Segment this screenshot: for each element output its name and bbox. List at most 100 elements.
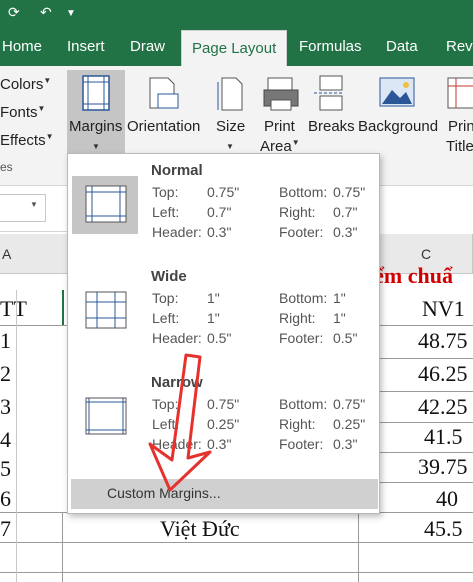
label-bottom: Bottom: (279, 290, 328, 306)
narrow-thumb (72, 388, 138, 446)
label-right: Right: (279, 416, 316, 432)
grid-line (0, 542, 473, 543)
cell-value: 46.25 (418, 361, 468, 386)
column-header-a[interactable]: A (0, 234, 70, 274)
label-left: Left: (152, 416, 180, 432)
tab-insert[interactable]: Insert (67, 28, 105, 66)
row-number: 7 (0, 516, 11, 541)
orientation-icon (149, 77, 179, 109)
orientation-button[interactable]: Orientation (127, 118, 200, 135)
background-icon (379, 77, 415, 107)
size-button[interactable]: Size (216, 118, 245, 135)
row-number: 3 (0, 394, 11, 419)
value-left: 0.7" (207, 204, 232, 220)
chevron-down-icon: ▼ (92, 142, 100, 151)
value-right: 0.7" (333, 204, 358, 220)
grid-line (380, 422, 473, 423)
colors-button[interactable]: Colors ▼ (0, 76, 51, 93)
name-box[interactable] (0, 194, 46, 222)
row-number: 6 (0, 486, 11, 511)
cell-value: NV1 (422, 296, 465, 321)
label-bottom: Bottom: (279, 396, 328, 412)
cell-school: Việt Đức (160, 516, 240, 541)
value-bottom: 0.75" (333, 184, 366, 200)
title-bar: ⟳ ↶ ▼ (0, 0, 473, 28)
grid-line (380, 391, 473, 392)
breaks-button[interactable]: Breaks (308, 118, 355, 135)
value-top: 0.75" (207, 396, 240, 412)
label-footer: Footer: (279, 436, 324, 452)
active-cell-border (62, 290, 64, 325)
chevron-down-icon: ▼ (43, 76, 52, 85)
chevron-down-icon: ▼ (226, 142, 234, 151)
value-right: 1" (333, 310, 346, 326)
value-top: 0.75" (207, 184, 240, 200)
wide-thumb (72, 282, 138, 340)
label-top: Top: (152, 184, 179, 200)
value-header: 0.3" (207, 436, 232, 452)
margin-option-narrow[interactable]: Narrow Top: 0.75" Bottom: 0.75" Left: 0.… (68, 366, 381, 474)
value-footer: 0.3" (333, 436, 358, 452)
row-number: 5 (0, 456, 11, 481)
cell-value: 42.25 (418, 394, 468, 419)
margin-option-normal[interactable]: Normal Top: 0.75" Bottom: 0.75" Left: 0.… (68, 154, 381, 262)
label-left: Left: (152, 204, 180, 220)
value-top: 1" (207, 290, 220, 306)
custom-margins-item[interactable]: Custom Margins... (71, 479, 378, 509)
grid-line (16, 290, 17, 582)
print-area-button[interactable]: Print (264, 118, 295, 135)
tab-formulas[interactable]: Formulas (299, 28, 362, 66)
label-right: Right: (279, 310, 316, 326)
grid-line (380, 358, 473, 359)
print-titles-icon (447, 77, 473, 109)
label-header: Header: (152, 224, 202, 240)
option-title: Wide (151, 268, 187, 285)
background-button[interactable]: Background (358, 118, 438, 135)
tab-draw[interactable]: Draw (130, 28, 165, 66)
label-header: Header: (152, 330, 202, 346)
custom-margins-label: Custom Margins... (107, 485, 221, 501)
option-title: Narrow (151, 374, 203, 391)
breaks-icon (314, 75, 344, 111)
row-number: 2 (0, 361, 11, 386)
page-margins-icon (85, 291, 127, 329)
label-right: Right: (279, 204, 316, 220)
tab-page-layout[interactable]: Page Layout (181, 30, 288, 66)
row-number: 4 (0, 427, 11, 452)
stt-header: TT (0, 296, 27, 321)
value-right: 0.25" (333, 416, 366, 432)
print-titles-label-2: Title (446, 138, 473, 155)
margin-option-wide[interactable]: Wide Top: 1" Bottom: 1" Left: 1" Right: … (68, 260, 381, 368)
value-header: 0.3" (207, 224, 232, 240)
value-bottom: 0.75" (333, 396, 366, 412)
cell-value: 40 (436, 486, 458, 511)
themes-group-label: es (0, 160, 13, 174)
size-icon (217, 77, 243, 111)
tab-data[interactable]: Data (386, 28, 418, 66)
value-footer: 0.5" (333, 330, 358, 346)
print-titles-button[interactable]: Prin (448, 118, 473, 135)
margins-icon (82, 75, 110, 111)
undo-icon[interactable]: ↶ (40, 4, 52, 21)
chevron-down-icon: ▼ (45, 132, 54, 141)
tab-home[interactable]: Home (2, 28, 42, 66)
grid-line (380, 452, 473, 453)
autosave-icon[interactable]: ⟳ (8, 4, 20, 21)
ribbon-tabs: Home Insert Draw Page Layout Formulas Da… (0, 28, 473, 66)
cell-value: 48.75 (418, 328, 468, 353)
cell-value: 39.75 (418, 454, 468, 479)
value-footer: 0.3" (333, 224, 358, 240)
chevron-down-icon[interactable]: ▼ (66, 8, 76, 19)
tab-review[interactable]: Revi (446, 28, 473, 66)
grid-line (0, 572, 473, 573)
margins-label: Margins (69, 118, 123, 135)
chevron-down-icon: ▼ (37, 104, 46, 113)
label-top: Top: (152, 396, 179, 412)
label-left: Left: (152, 310, 180, 326)
fonts-button[interactable]: Fonts ▼ (0, 104, 45, 121)
value-bottom: 1" (333, 290, 346, 306)
cell-value: 45.5 (424, 516, 463, 541)
label-footer: Footer: (279, 330, 324, 346)
chevron-down-icon[interactable]: ▼ (30, 200, 38, 209)
effects-button[interactable]: Effects ▼ (0, 132, 54, 149)
